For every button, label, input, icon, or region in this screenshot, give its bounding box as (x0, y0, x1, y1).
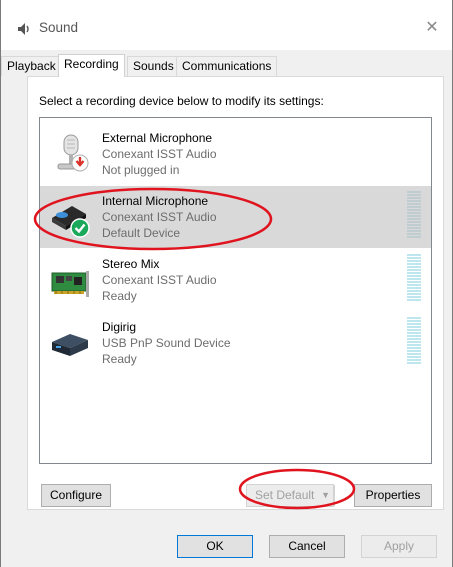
title-bar[interactable]: Sound ✕ (1, 0, 452, 50)
device-name: External Microphone (102, 131, 213, 145)
device-row-digirig[interactable]: Digirig USB PnP Sound Device Ready (40, 312, 431, 374)
apply-button[interactable]: Apply (361, 535, 437, 558)
device-status: Default Device (102, 226, 181, 240)
device-row-stereo-mix[interactable]: Stereo Mix Conexant ISST Audio Ready (40, 249, 431, 311)
close-icon: ✕ (425, 19, 439, 36)
tab-recording[interactable]: Recording (58, 54, 125, 77)
device-status: Ready (102, 289, 137, 303)
tab-sounds[interactable]: Sounds (127, 56, 180, 76)
unplugged-badge-icon (71, 154, 89, 172)
tab-playback[interactable]: Playback (1, 56, 62, 76)
device-name: Digirig (102, 320, 137, 334)
window-title: Sound (39, 20, 79, 35)
device-list[interactable]: External Microphone Conexant ISST Audio … (39, 117, 432, 464)
instruction-text: Select a recording device below to modif… (39, 94, 324, 108)
device-name: Stereo Mix (102, 257, 160, 271)
device-driver: USB PnP Sound Device (102, 336, 231, 350)
device-status: Not plugged in (102, 163, 180, 177)
device-row-external-microphone[interactable]: External Microphone Conexant ISST Audio … (40, 123, 431, 185)
recording-panel: Select a recording device below to modif… (27, 76, 444, 510)
device-row-internal-microphone[interactable]: Internal Microphone Conexant ISST Audio … (40, 186, 431, 248)
tab-communications[interactable]: Communications (176, 56, 278, 76)
default-check-badge-icon (70, 218, 90, 238)
set-default-button[interactable]: Set Default ▼ (246, 484, 335, 507)
dialog-body: Playback Recording Sounds Communications… (1, 50, 452, 567)
chevron-down-icon[interactable]: ▼ (321, 485, 330, 506)
device-name: Internal Microphone (102, 194, 209, 208)
split-divider (334, 485, 335, 506)
close-button[interactable]: ✕ (422, 18, 442, 38)
set-default-label: Set Default (255, 488, 315, 502)
device-driver: Conexant ISST Audio (102, 147, 217, 161)
device-driver: Conexant ISST Audio (102, 210, 217, 224)
device-status: Ready (102, 352, 137, 366)
level-meter (407, 254, 421, 304)
sound-card-icon (51, 271, 89, 297)
device-driver: Conexant ISST Audio (102, 273, 217, 287)
usb-sound-device-icon (52, 334, 88, 356)
level-meter (407, 317, 421, 367)
level-meter (407, 191, 421, 241)
configure-button[interactable]: Configure (41, 484, 111, 507)
microphone-icon (57, 134, 89, 172)
ok-button[interactable]: OK (177, 535, 253, 558)
internal-microphone-icon (52, 206, 90, 238)
cancel-button[interactable]: Cancel (269, 535, 345, 558)
speaker-icon (18, 23, 29, 35)
properties-button[interactable]: Properties (354, 484, 432, 507)
sound-dialog: Sound ✕ Playback Recording Sounds Commun… (0, 0, 453, 567)
